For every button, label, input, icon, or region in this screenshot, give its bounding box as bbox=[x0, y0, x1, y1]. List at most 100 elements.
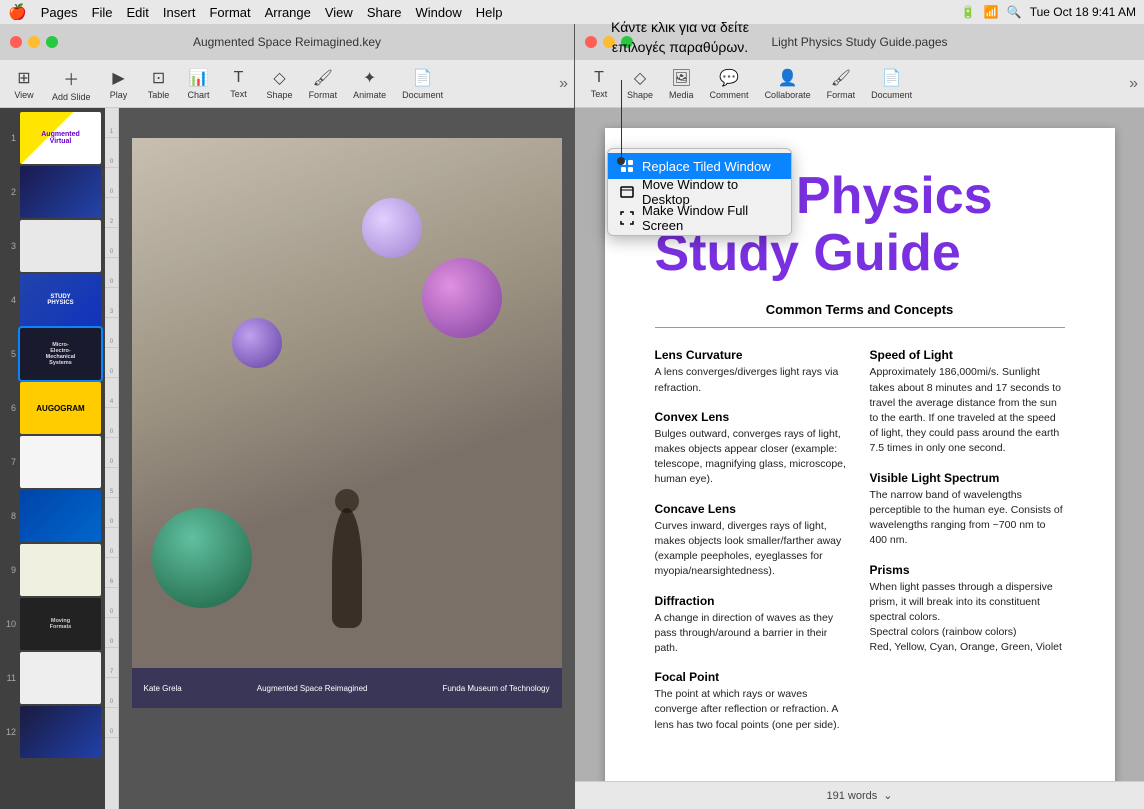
sphere-2 bbox=[362, 198, 422, 258]
search-icon[interactable]: 🔍 bbox=[1007, 5, 1022, 19]
term-body-diffraction: A change in direction of waves as they p… bbox=[655, 611, 850, 657]
menubar-right: 🔋 📶 🔍 Tue Oct 18 9:41 AM bbox=[961, 5, 1136, 19]
thumb-row-4: 4 STUDYPHYSICS bbox=[4, 274, 101, 326]
menu-help[interactable]: Help bbox=[476, 5, 503, 20]
pages-status-bar: 191 words ⌄ bbox=[575, 781, 1144, 809]
toolbar-chart[interactable]: 📊 Chart bbox=[181, 64, 217, 104]
thumb-row-1: 1 AugmentedVirtual bbox=[4, 112, 101, 164]
thumb-row-8: 8 bbox=[4, 490, 101, 542]
slide-thumb-4[interactable]: STUDYPHYSICS bbox=[20, 274, 101, 326]
menu-arrange[interactable]: Arrange bbox=[265, 5, 311, 20]
page-divider bbox=[655, 327, 1065, 328]
toolbar-table[interactable]: ⊡ Table bbox=[141, 64, 177, 104]
word-count-arrow[interactable]: ⌄ bbox=[883, 789, 892, 802]
pages-toolbar-collaborate[interactable]: 👤 Collaborate bbox=[759, 64, 817, 104]
menu-file[interactable]: File bbox=[92, 5, 113, 20]
pages-toolbar-media[interactable]: 🖼 Media bbox=[663, 64, 700, 104]
apple-menu[interactable]: 🍎 bbox=[8, 3, 27, 21]
menu-format[interactable]: Format bbox=[209, 5, 250, 20]
toolbar-more[interactable]: » bbox=[559, 75, 568, 93]
slide-thumb-1[interactable]: AugmentedVirtual bbox=[20, 112, 101, 164]
toolbar-document[interactable]: 📄 Document bbox=[396, 64, 449, 104]
pages-minimize-button[interactable] bbox=[603, 36, 615, 48]
menu-edit[interactable]: Edit bbox=[127, 5, 149, 20]
menu-window[interactable]: Window bbox=[416, 5, 462, 20]
keynote-window: Augmented Space Reimagined.key ⊞ View ＋ … bbox=[0, 24, 575, 809]
page-subtitle: Common Terms and Concepts bbox=[655, 302, 1065, 317]
pages-toolbar-more[interactable]: » bbox=[1129, 75, 1138, 93]
toolbar-text[interactable]: T Text bbox=[221, 65, 257, 103]
pages-toolbar-text[interactable]: T Text bbox=[581, 65, 617, 103]
document-icon: 📄 bbox=[413, 68, 433, 88]
slide-caption: Kate Grela Augmented Space Reimagined Fu… bbox=[132, 668, 562, 708]
annotation-dot bbox=[617, 157, 625, 165]
menu-view[interactable]: View bbox=[325, 5, 353, 20]
term-body-speed-of-light: Approximately 186,000mi/s. Sunlight take… bbox=[870, 365, 1065, 456]
pages-collaborate-label: Collaborate bbox=[765, 90, 811, 100]
toolbar-shape[interactable]: ◇ Shape bbox=[261, 64, 299, 104]
menu-item-replace-tiled[interactable]: Replace Tiled Window bbox=[608, 153, 791, 179]
term-body-lens-curvature: A lens converges/diverges light rays via… bbox=[655, 365, 850, 395]
term-title-diffraction: Diffraction bbox=[655, 594, 850, 608]
term-lens-curvature: Lens Curvature A lens converges/diverges… bbox=[655, 348, 850, 395]
terms-grid: Lens Curvature A lens converges/diverges… bbox=[655, 348, 1065, 747]
term-diffraction: Diffraction A change in direction of wav… bbox=[655, 594, 850, 657]
pages-toolbar-format[interactable]: 🖌 Format bbox=[821, 64, 862, 104]
window-icon bbox=[620, 185, 634, 199]
toolbar-document-label: Document bbox=[402, 90, 443, 100]
slide-main[interactable]: Kate Grela Augmented Space Reimagined Fu… bbox=[132, 138, 562, 708]
datetime: Tue Oct 18 9:41 AM bbox=[1030, 5, 1136, 19]
pages-window: Light Physics Study Guide.pages T Text ◇… bbox=[575, 24, 1144, 809]
zoom-button[interactable] bbox=[46, 36, 58, 48]
term-speed-of-light: Speed of Light Approximately 186,000mi/s… bbox=[870, 348, 1065, 456]
play-icon: ▶ bbox=[112, 68, 124, 88]
thumb-row-11: 11 bbox=[4, 652, 101, 704]
toolbar-add-slide[interactable]: ＋ Add Slide bbox=[46, 62, 97, 106]
slide-thumb-5[interactable]: Micro-Electro-MechanicalSystems bbox=[20, 328, 101, 380]
context-menu: Replace Tiled Window Move Window to Desk… bbox=[607, 148, 792, 236]
add-slide-icon: ＋ bbox=[63, 66, 79, 90]
pages-zoom-button[interactable] bbox=[621, 36, 633, 48]
slide-thumb-10[interactable]: MovingFormats bbox=[20, 598, 101, 650]
toolbar-animate[interactable]: ✦ Animate bbox=[347, 64, 392, 104]
slide-caption-right: Funda Museum of Technology bbox=[442, 684, 549, 693]
fullscreen-icon bbox=[620, 211, 634, 225]
pages-collaborate-icon: 👤 bbox=[778, 68, 798, 88]
pages-close-button[interactable] bbox=[585, 36, 597, 48]
close-button[interactable] bbox=[10, 36, 22, 48]
menu-pages[interactable]: Pages bbox=[41, 5, 78, 20]
slide-thumb-7[interactable] bbox=[20, 436, 101, 488]
pages-comment-label: Comment bbox=[710, 90, 749, 100]
slide-thumb-11[interactable] bbox=[20, 652, 101, 704]
menu-item-make-full-screen[interactable]: Make Window Full Screen bbox=[608, 205, 791, 231]
minimize-button[interactable] bbox=[28, 36, 40, 48]
slide-thumb-3[interactable] bbox=[20, 220, 101, 272]
slide-photo bbox=[132, 138, 562, 708]
slide-thumb-8[interactable] bbox=[20, 490, 101, 542]
toolbar-add-slide-label: Add Slide bbox=[52, 92, 91, 102]
toolbar-view[interactable]: ⊞ View bbox=[6, 64, 42, 104]
menu-share[interactable]: Share bbox=[367, 5, 402, 20]
terms-right-col: Speed of Light Approximately 186,000mi/s… bbox=[870, 348, 1065, 747]
pages-toolbar-shape[interactable]: ◇ Shape bbox=[621, 64, 659, 104]
slide-thumb-9[interactable] bbox=[20, 544, 101, 596]
keynote-titlebar: Augmented Space Reimagined.key bbox=[0, 24, 574, 60]
pages-media-label: Media bbox=[669, 90, 694, 100]
thumb-row-12: 12 bbox=[4, 706, 101, 758]
pages-toolbar-document[interactable]: 📄 Document bbox=[865, 64, 918, 104]
menu-item-move-to-desktop[interactable]: Move Window to Desktop bbox=[608, 179, 791, 205]
pages-document-label: Document bbox=[871, 90, 912, 100]
slide-thumb-6[interactable]: AUGOGRAM bbox=[20, 382, 101, 434]
pages-titlebar: Light Physics Study Guide.pages bbox=[575, 24, 1144, 60]
toolbar-play[interactable]: ▶ Play bbox=[101, 64, 137, 104]
pages-comment-icon: 💬 bbox=[719, 68, 739, 88]
format-icon: 🖌 bbox=[313, 68, 333, 88]
menu-insert[interactable]: Insert bbox=[163, 5, 196, 20]
slide-thumb-2[interactable] bbox=[20, 166, 101, 218]
pages-toolbar-comment[interactable]: 💬 Comment bbox=[704, 64, 755, 104]
toolbar-format[interactable]: 🖌 Format bbox=[303, 64, 344, 104]
sphere-4 bbox=[232, 318, 282, 368]
slide-thumb-12[interactable] bbox=[20, 706, 101, 758]
pages-format-label: Format bbox=[827, 90, 856, 100]
term-title-convex-lens: Convex Lens bbox=[655, 410, 850, 424]
